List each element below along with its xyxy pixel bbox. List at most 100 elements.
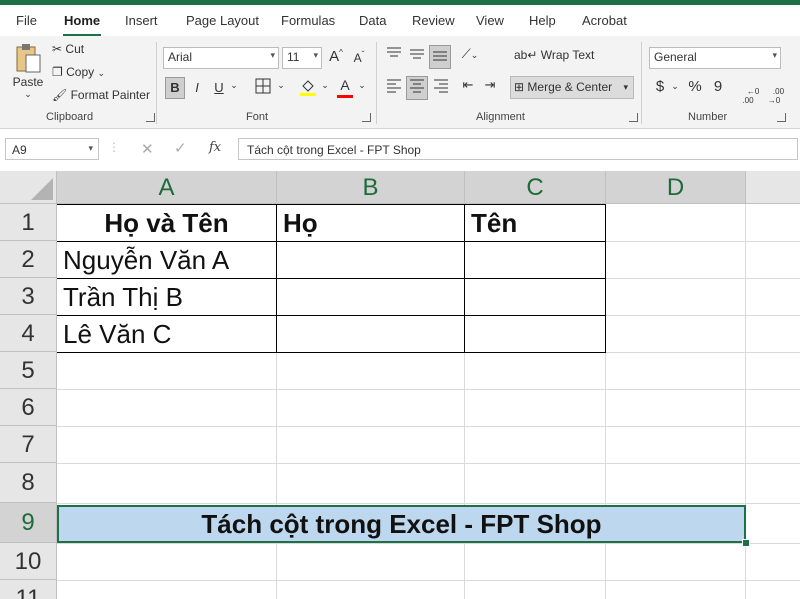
font-color-button[interactable]: A [335,77,355,101]
font-size-select[interactable]: 11 ▾ [282,47,322,69]
row-header-10[interactable]: 10 [0,543,57,580]
top-align-button[interactable] [384,46,404,68]
middle-align-button[interactable] [407,46,427,68]
column-header-e[interactable] [746,171,800,204]
row-header-1[interactable]: 1 [0,204,57,241]
cell-b1[interactable]: Họ [283,205,318,241]
name-box[interactable]: A9 ▾ [5,138,99,160]
row-header-11[interactable]: 11 [0,580,57,599]
dollar-icon: $ [655,78,665,95]
font-name-select[interactable]: Arial ▾ [163,47,279,69]
copy-button[interactable]: ❐ Copy ⌄ [52,65,105,79]
tab-page-layout[interactable]: Page Layout [186,13,259,28]
paste-icon [16,44,41,73]
decrease-indent-button[interactable]: ⇤ [458,77,478,99]
tab-file[interactable]: File [16,13,37,28]
row-header-3[interactable]: 3 [0,278,57,315]
percent-button[interactable]: % [686,78,704,100]
alignment-launcher-icon[interactable] [629,113,638,122]
increase-decimal-button[interactable]: ←0 .00 [738,78,759,105]
tab-help[interactable]: Help [529,13,556,28]
cut-label: Cut [65,42,85,56]
tab-view[interactable]: View [476,13,504,28]
number-group-label: Number [688,111,728,123]
select-all-button[interactable] [0,171,57,204]
row-header-7[interactable]: 7 [0,426,57,463]
cut-button[interactable]: ✂ Cut [52,42,84,56]
fill-color-button[interactable] [297,77,319,101]
outdent-icon: ⇤ [462,77,474,92]
format-painter-label: Format Painter [70,88,150,102]
tab-formulas[interactable]: Formulas [281,13,335,28]
underline-button[interactable]: U [210,78,228,98]
wrap-text-icon: ab↵ [514,48,538,62]
decrease-decimal-button[interactable]: .00 →0 [764,78,784,105]
ribbon-tabs: File Home Insert Page Layout Formulas Da… [0,5,800,37]
tab-data[interactable]: Data [359,13,386,28]
chevron-down-icon[interactable]: ⌄ [357,80,367,96]
bottom-align-button[interactable] [429,45,451,69]
currency-button[interactable]: $ [652,78,668,100]
chevron-down-icon: ▾ [313,50,318,60]
tab-insert[interactable]: Insert [125,13,158,28]
decrease-font-size-button[interactable]: Aˇ [350,50,368,70]
merge-center-button[interactable]: ⊞ Merge & Center ▾ [510,76,634,99]
orientation-button[interactable]: ⟋⌄ [455,46,485,68]
tab-home[interactable]: Home [64,13,100,28]
tab-acrobat[interactable]: Acrobat [582,13,627,28]
row-header-4[interactable]: 4 [0,315,57,352]
fill-handle[interactable] [742,539,750,547]
column-header-d[interactable]: D [606,171,746,204]
wrap-text-label: Wrap Text [540,48,595,62]
column-header-c[interactable]: C [465,171,606,204]
enter-icon[interactable]: ✓ [174,139,187,157]
align-left-button[interactable] [384,77,404,99]
row-header-6[interactable]: 6 [0,389,57,426]
insert-function-icon[interactable]: fx [209,140,221,155]
cell-a3[interactable]: Trần Thị B [63,279,183,315]
gridline [57,463,800,464]
cell-a1[interactable]: Họ và Tên [57,205,276,241]
row-header-8[interactable]: 8 [0,463,57,503]
gridline [57,543,800,544]
align-top-icon [387,47,401,57]
merged-cell-a9-d9[interactable]: Tách cột trong Excel - FPT Shop [57,505,746,543]
italic-button[interactable]: I [189,78,205,98]
formula-input[interactable]: Tách cột trong Excel - FPT Shop [238,138,798,160]
row-header-5[interactable]: 5 [0,352,57,389]
format-painter-button[interactable]: 🖌 Format Painter [52,88,150,102]
align-center-button[interactable] [406,76,428,100]
increase-indent-button[interactable]: ⇥ [480,77,500,99]
cell-c1[interactable]: Tên [471,205,517,241]
bold-button[interactable]: B [165,77,185,99]
paint-bucket-icon [300,80,316,96]
grip-icon: ⋮ [108,140,120,154]
chevron-down-icon[interactable]: ⌄ [276,80,286,96]
font-launcher-icon[interactable] [362,113,371,122]
chevron-down-icon[interactable]: ⌄ [670,81,680,97]
increase-font-size-button[interactable]: A^ [327,48,345,68]
paste-button[interactable]: Paste ⌄ [10,42,46,102]
row-header-9[interactable]: 9 [0,503,57,543]
comma-icon: 9 [713,78,723,95]
column-header-b[interactable]: B [277,171,465,204]
borders-button[interactable] [252,78,274,98]
formula-value: Tách cột trong Excel - FPT Shop [247,143,421,157]
column-header-a[interactable]: A [57,171,277,204]
worksheet-grid[interactable]: A B C D 1 2 3 4 5 6 7 8 9 10 11 Họ và Tê… [0,171,800,599]
cell-a4[interactable]: Lê Văn C [63,316,171,352]
clipboard-launcher-icon[interactable] [146,113,155,122]
number-launcher-icon[interactable] [777,113,786,122]
row-header-2[interactable]: 2 [0,241,57,278]
comma-style-button[interactable]: 9 [710,78,726,100]
shrink-font-icon: A [353,51,362,65]
tab-review[interactable]: Review [412,13,455,28]
percent-icon: % [688,78,702,95]
align-right-button[interactable] [431,77,451,99]
cell-a2[interactable]: Nguyễn Văn A [63,242,229,278]
wrap-text-button[interactable]: ab↵ Wrap Text [514,48,594,62]
cancel-icon[interactable]: ✕ [141,140,154,158]
number-format-select[interactable]: General ▾ [649,47,781,69]
chevron-down-icon[interactable]: ⌄ [320,80,330,96]
chevron-down-icon[interactable]: ⌄ [229,80,239,96]
